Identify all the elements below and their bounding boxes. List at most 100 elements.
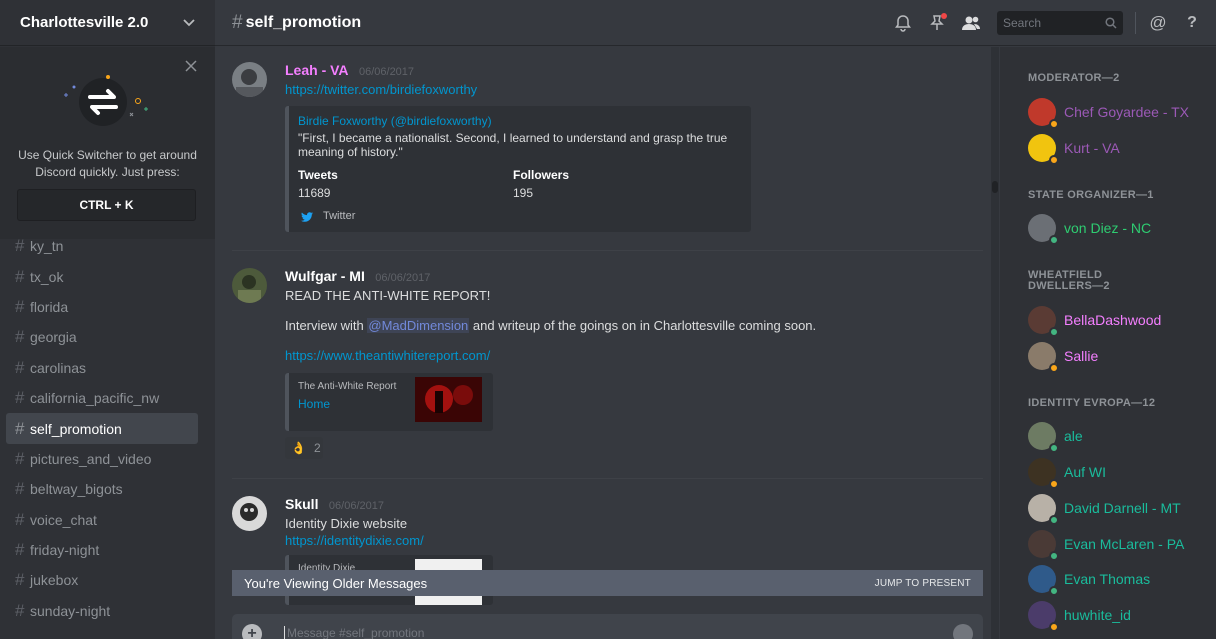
message-author[interactable]: Leah - VA (285, 62, 349, 78)
pin-icon[interactable] (927, 13, 947, 33)
server-header[interactable]: Charlottesville 2.0 (0, 0, 215, 46)
older-messages-text: You're Viewing Older Messages (244, 575, 428, 591)
member-name: Evan Thomas (1064, 571, 1151, 587)
message-composer[interactable]: + Message #self_promotion (232, 614, 983, 639)
message-author[interactable]: Skull (285, 496, 318, 512)
role-header: STATE ORGANIZER—1 (1028, 189, 1154, 201)
bell-icon[interactable] (893, 13, 913, 33)
jump-to-present-button[interactable]: JUMP TO PRESENT (875, 578, 971, 589)
channel-item-florida[interactable]: # florida (6, 292, 198, 322)
message-link[interactable]: https://identitydixie.com/ (285, 533, 424, 548)
scrollbar-thumb[interactable] (992, 181, 998, 193)
channel-label: carolinas (30, 359, 87, 376)
avatar[interactable] (232, 496, 267, 531)
message-text: READ THE ANTI-WHITE REPORT! (285, 288, 491, 303)
scrollbar[interactable] (991, 47, 999, 639)
hash-icon: # (15, 388, 25, 408)
text-segment: and writeup of the goings on in Charlott… (469, 318, 817, 333)
message-link[interactable]: https://twitter.com/birdiefoxworthy (285, 82, 477, 97)
status-indicator (1049, 586, 1059, 596)
embed-field-name: Followers (513, 168, 570, 182)
embed-footer: Twitter (323, 210, 356, 222)
status-indicator (1049, 327, 1059, 337)
member-item[interactable]: Evan Thomas (1028, 564, 1208, 596)
embed-title[interactable]: Home (298, 397, 330, 411)
channel-item-pictures_and_video[interactable]: # pictures_and_video (6, 444, 198, 474)
older-messages-banner: You're Viewing Older Messages JUMP TO PR… (232, 570, 983, 596)
channel-header: # self_promotion Search @ ? (215, 0, 1216, 46)
status-indicator (1049, 119, 1059, 129)
channel-label: friday-night (30, 542, 100, 559)
message-divider (232, 478, 983, 479)
header-divider (1135, 12, 1136, 34)
avatar[interactable] (232, 268, 267, 303)
hash-icon: # (15, 418, 25, 438)
channel-item-friday-night[interactable]: # friday-night (6, 535, 198, 565)
hash-icon: # (15, 509, 25, 529)
chevron-down-icon[interactable] (181, 15, 197, 31)
help-icon[interactable]: ? (1182, 13, 1202, 33)
message-text: Identity Dixie website (285, 516, 408, 531)
status-indicator (1049, 622, 1059, 632)
message-link[interactable]: https://www.theantiwhitereport.com/ (285, 348, 490, 363)
upload-plus-icon[interactable]: + (242, 624, 262, 639)
avatar (1028, 565, 1059, 596)
channel-item-jukebox[interactable]: # jukebox (6, 565, 198, 595)
embed-provider: The Anti-White Report (298, 381, 397, 392)
search-placeholder: Search (1003, 16, 1042, 30)
member-item[interactable]: BellaDashwood (1028, 305, 1208, 337)
embed-description: "First, I became a nationalist. Second, … (298, 131, 728, 159)
member-item[interactable]: Auf WI (1028, 457, 1208, 489)
channel-label: jukebox (30, 572, 79, 589)
avatar (1028, 601, 1059, 632)
embed-field-value: 11689 (298, 186, 331, 200)
status-indicator (1049, 155, 1059, 165)
member-item[interactable]: von Diez - NC (1028, 213, 1208, 245)
channel-item-tx_ok[interactable]: # tx_ok (6, 261, 198, 291)
user-mention[interactable]: @MadDimension (367, 318, 470, 333)
member-item[interactable]: huwhite_id (1028, 600, 1208, 632)
avatar (1028, 134, 1059, 165)
member-item[interactable]: Evan McLaren - PA (1028, 529, 1208, 561)
members-icon[interactable] (961, 13, 981, 33)
channel-item-sunday-night[interactable]: # sunday-night (6, 596, 198, 626)
message-timestamp: 06/06/2017 (358, 66, 415, 78)
quick-switcher-shortcut-button[interactable]: CTRL + K (17, 189, 196, 221)
channel-list: # ky_tn # tx_ok # florida # georgia # carolinas # c… (0, 231, 215, 626)
channel-item-voice_chat[interactable]: # voice_chat (6, 505, 198, 535)
member-item[interactable]: Kurt - VA (1028, 133, 1208, 165)
embed-title[interactable]: Birdie Foxworthy (@birdiefoxworthy) (298, 114, 492, 128)
avatar (1028, 98, 1059, 129)
channel-label: voice_chat (30, 511, 97, 528)
channel-item-california_pacific_nw[interactable]: # california_pacific_nw (6, 383, 198, 413)
channel-item-carolinas[interactable]: # carolinas (6, 353, 198, 383)
member-item[interactable]: David Darnell - MT (1028, 493, 1208, 525)
status-indicator (1049, 551, 1059, 561)
avatar[interactable] (232, 62, 267, 97)
mention-icon[interactable]: @ (1148, 13, 1168, 33)
member-item[interactable]: ale (1028, 421, 1208, 453)
avatar (1028, 458, 1059, 489)
search-input[interactable]: Search (997, 11, 1123, 35)
channel-item-self_promotion[interactable]: # self_promotion (6, 413, 198, 444)
reaction-button[interactable]: 👌 2 (285, 437, 323, 459)
hash-icon: # (15, 479, 25, 499)
quick-switcher-text: Use Quick Switcher to get around Discord… (18, 148, 197, 179)
member-item[interactable]: Chef Goyardee - TX (1028, 97, 1208, 129)
link-embed: The Anti-White Report Home (285, 373, 493, 431)
channel-item-georgia[interactable]: # georgia (6, 322, 198, 352)
message-input[interactable]: Message #self_promotion (284, 626, 424, 639)
close-icon[interactable] (185, 59, 197, 72)
status-indicator (1049, 235, 1059, 245)
hash-icon: # (15, 600, 25, 620)
member-item[interactable]: Sallie (1028, 341, 1208, 373)
embed-thumbnail[interactable] (415, 377, 482, 422)
twitter-icon (301, 212, 313, 222)
reaction-count: 2 (313, 441, 321, 455)
channel-item-beltway_bigots[interactable]: # beltway_bigots (6, 474, 198, 504)
emoji-icon[interactable] (953, 624, 973, 639)
message-timestamp: 06/06/2017 (328, 500, 384, 512)
member-name: von Diez - NC (1064, 220, 1152, 236)
member-name: BellaDashwood (1064, 312, 1162, 328)
message-author[interactable]: Wulfgar - MI (285, 268, 365, 284)
